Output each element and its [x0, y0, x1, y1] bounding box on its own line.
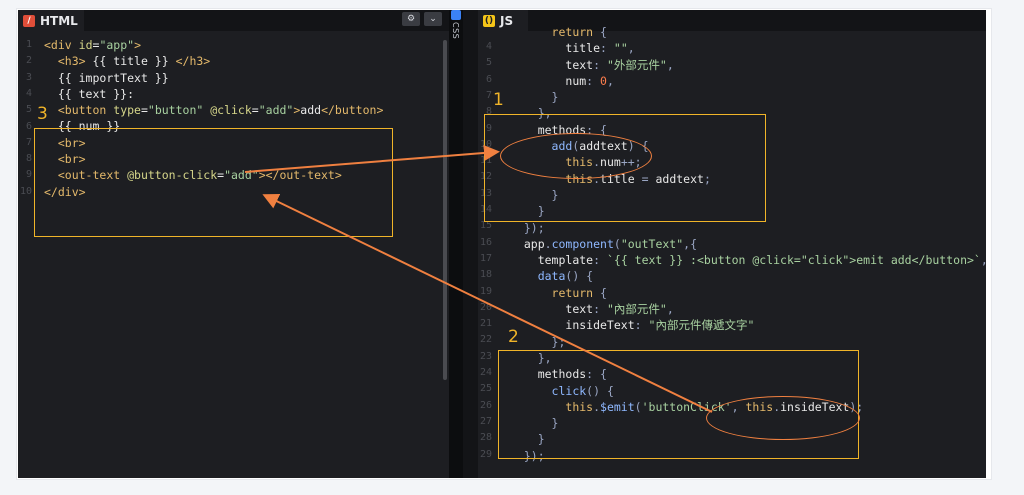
annotation-ellipse-add: [500, 133, 652, 179]
tab-html[interactable]: / HTML: [18, 10, 84, 31]
js-line-number: 29: [479, 448, 492, 460]
annotation-box-3: [34, 128, 393, 237]
js-line-number: 25: [479, 383, 492, 395]
css-tab-label: CSS: [451, 22, 460, 40]
html-line-number: 7: [25, 136, 32, 148]
html-line-number: 10: [19, 185, 32, 197]
js-line-number: 17: [479, 252, 492, 264]
html-line-number: 8: [25, 153, 32, 165]
settings-button[interactable]: ⚙: [402, 12, 420, 26]
html-line-number: 1: [25, 39, 32, 50]
js-line-number: 19: [479, 285, 492, 297]
js-line-number: 23: [479, 350, 492, 362]
annotation-ellipse-insidetext: [706, 396, 860, 440]
js-line-number: 26: [479, 399, 492, 411]
js-line-number: 20: [479, 301, 492, 313]
js-icon: (): [483, 14, 495, 27]
annotation-number-2: 2: [508, 327, 519, 347]
js-line-number: 5: [485, 57, 492, 69]
annotation-number-3: 3: [37, 104, 48, 124]
js-line-number: 24: [479, 367, 492, 378]
html-line-number: 4: [25, 87, 32, 99]
html-line-number: 2: [25, 55, 32, 67]
js-line-number: 22: [479, 334, 492, 346]
js-line-number: 27: [479, 415, 492, 427]
js-line-number: 6: [485, 73, 492, 85]
html-line-number: 5: [25, 104, 32, 116]
html-scrollbar[interactable]: [443, 40, 447, 380]
js-line-number: 28: [479, 432, 492, 444]
html-icon: /: [23, 14, 35, 27]
js-line-number: 7: [485, 89, 492, 101]
css-icon: [451, 10, 461, 20]
html-line-number: 6: [25, 120, 32, 132]
annotation-number-1: 1: [493, 90, 504, 110]
js-line-number: 18: [479, 269, 492, 281]
js-line-number: 4: [485, 41, 492, 52]
collapse-button[interactable]: ⌄: [424, 12, 442, 26]
css-collapsed-tab[interactable]: [449, 10, 463, 478]
js-line-number: 21: [479, 318, 492, 330]
js-line-number: 16: [479, 236, 492, 248]
html-line-number: 3: [25, 71, 32, 83]
html-line-number: 9: [25, 169, 32, 181]
tab-html-label: HTML: [40, 13, 78, 28]
